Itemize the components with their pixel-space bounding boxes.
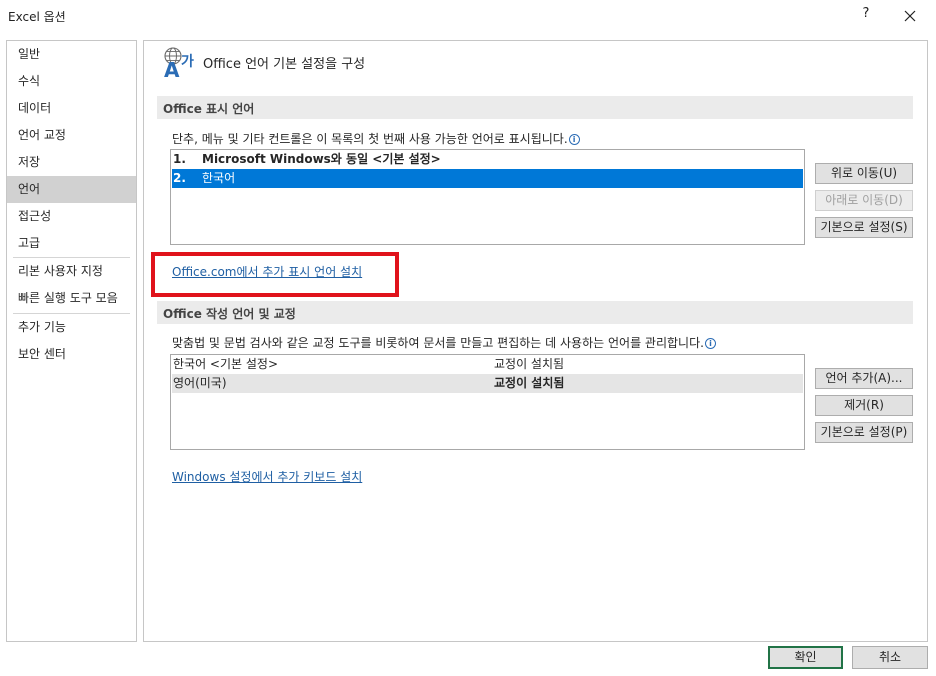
nav-item-formulas[interactable]: 수식 (7, 68, 136, 95)
section-title: Office 표시 언어 (163, 102, 255, 116)
nav-item-accessibility[interactable]: 접근성 (7, 203, 136, 230)
display-language-list[interactable]: 1. Microsoft Windows와 동일 <기본 설정> 2. 한국어 (170, 149, 805, 245)
table-row[interactable]: 한국어 <기본 설정> 교정이 설치됨 (172, 355, 803, 374)
nav-item-trust-center[interactable]: 보안 센터 (7, 341, 136, 368)
set-default-authoring-button[interactable]: 기본으로 설정(P) (815, 422, 913, 443)
move-up-button[interactable]: 위로 이동(U) (815, 163, 913, 184)
authoring-language-list[interactable]: 한국어 <기본 설정> 교정이 설치됨 영어(미국) 교정이 설치됨 (170, 354, 805, 450)
description-text: 단추, 메뉴 및 기타 컨트롤은 이 목록의 첫 번째 사용 가능한 언어로 표… (172, 132, 568, 146)
section-title: Office 작성 언어 및 교정 (163, 307, 296, 321)
close-icon (904, 10, 916, 22)
nav-item-quick-access-toolbar[interactable]: 빠른 실행 도구 모음 (7, 285, 136, 312)
nav-item-data[interactable]: 데이터 (7, 95, 136, 122)
title-bar: Excel 옵션 ? (0, 0, 936, 32)
list-item-label: 한국어 (202, 171, 236, 185)
language-cell: 영어(미국) (173, 376, 227, 390)
move-down-button[interactable]: 아래로 이동(D) (815, 190, 913, 211)
language-cell: 한국어 <기본 설정> (173, 357, 279, 371)
highlight-box (151, 252, 399, 297)
list-item[interactable]: 2. 한국어 (172, 169, 803, 188)
table-row[interactable]: 영어(미국) 교정이 설치됨 (172, 374, 803, 393)
list-item[interactable]: 1. Microsoft Windows와 동일 <기본 설정> (172, 150, 803, 169)
svg-text:A: A (164, 58, 180, 78)
nav-item-language[interactable]: 언어 (7, 176, 136, 203)
category-nav: 일반 수식 데이터 언어 교정 저장 언어 접근성 고급 리본 사용자 지정 빠… (6, 40, 137, 642)
nav-item-save[interactable]: 저장 (7, 149, 136, 176)
add-language-button[interactable]: 언어 추가(A)... (815, 368, 913, 389)
list-item-number: 2. (173, 171, 186, 185)
remove-language-button[interactable]: 제거(R) (815, 395, 913, 416)
status-cell: 교정이 설치됨 (494, 357, 565, 371)
language-icon: A 가 (164, 47, 194, 78)
page-title: Office 언어 기본 설정을 구성 (203, 57, 366, 72)
display-language-description: 단추, 메뉴 및 기타 컨트롤은 이 목록의 첫 번째 사용 가능한 언어로 표… (172, 130, 580, 147)
description-text: 맞춤법 및 문법 검사와 같은 교정 도구를 비롯하여 문서를 만들고 편집하는… (172, 336, 704, 350)
display-language-section-header: Office 표시 언어 (157, 96, 913, 119)
window-title: Excel 옵션 (8, 10, 66, 24)
nav-item-advanced[interactable]: 고급 (7, 230, 136, 257)
list-item-label: Microsoft Windows와 동일 <기본 설정> (202, 152, 441, 166)
info-icon[interactable]: i (704, 338, 716, 349)
nav-item-customize-ribbon[interactable]: 리본 사용자 지정 (7, 258, 136, 285)
svg-text:가: 가 (181, 54, 194, 70)
authoring-language-section-header: Office 작성 언어 및 교정 (157, 301, 913, 324)
cancel-button[interactable]: 취소 (852, 646, 928, 669)
install-keyboard-link[interactable]: Windows 설정에서 추가 키보드 설치 (172, 468, 362, 485)
authoring-language-description: 맞춤법 및 문법 검사와 같은 교정 도구를 비롯하여 문서를 만들고 편집하는… (172, 334, 716, 351)
status-cell: 교정이 설치됨 (494, 376, 565, 390)
nav-item-add-ins[interactable]: 추가 기능 (7, 314, 136, 341)
ok-button[interactable]: 확인 (768, 646, 843, 669)
info-icon[interactable]: i (568, 134, 580, 145)
list-item-number: 1. (173, 152, 186, 166)
help-button[interactable]: ? (856, 6, 876, 26)
nav-item-general[interactable]: 일반 (7, 41, 136, 68)
close-button[interactable] (898, 4, 922, 28)
nav-item-proofing[interactable]: 언어 교정 (7, 122, 136, 149)
set-default-display-button[interactable]: 기본으로 설정(S) (815, 217, 913, 238)
